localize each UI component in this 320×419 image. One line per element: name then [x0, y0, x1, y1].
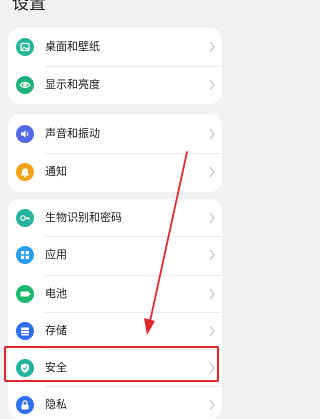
chevron-right-icon — [209, 128, 215, 140]
chevron-right-icon — [209, 212, 215, 224]
settings-item-label: 生物识别和密码 — [45, 211, 122, 224]
settings-item-label: 隐私 — [45, 398, 67, 411]
highlight-box — [4, 346, 219, 382]
battery-icon — [16, 285, 34, 303]
bell-icon — [16, 163, 34, 181]
settings-item-label: 电池 — [45, 287, 67, 300]
page-title: 设置 — [12, 0, 46, 14]
key-icon — [16, 209, 34, 227]
chevron-right-icon — [209, 288, 215, 300]
settings-item-label: 存储 — [45, 324, 67, 337]
chevron-right-icon — [209, 79, 215, 91]
settings-group-system: 生物识别和密码 应用 电池 存储 安全 隐私 — [8, 199, 222, 419]
settings-item-storage[interactable]: 存储 — [8, 312, 222, 350]
settings-item-wallpaper[interactable]: 桌面和壁纸 — [8, 28, 222, 66]
wallpaper-icon — [16, 38, 34, 56]
chevron-right-icon — [209, 166, 215, 178]
chevron-right-icon — [209, 249, 215, 261]
settings-item-privacy[interactable]: 隐私 — [8, 386, 222, 419]
settings-item-label: 显示和亮度 — [45, 78, 100, 91]
lock-icon — [16, 396, 34, 414]
settings-group-display: 桌面和壁纸 显示和亮度 — [8, 28, 222, 104]
settings-item-display[interactable]: 显示和亮度 — [8, 66, 222, 104]
settings-item-battery[interactable]: 电池 — [8, 275, 222, 313]
settings-item-biometrics[interactable]: 生物识别和密码 — [8, 199, 222, 237]
storage-icon — [16, 322, 34, 340]
chevron-right-icon — [209, 325, 215, 337]
settings-item-label: 声音和振动 — [45, 127, 100, 140]
settings-item-label: 应用 — [45, 248, 67, 261]
settings-item-apps[interactable]: 应用 — [8, 236, 222, 274]
settings-item-notifications[interactable]: 通知 — [8, 153, 222, 191]
settings-group-sound: 声音和振动 通知 — [8, 114, 222, 192]
chevron-right-icon — [209, 41, 215, 53]
apps-icon — [16, 246, 34, 264]
settings-item-label: 通知 — [45, 165, 67, 178]
eye-icon — [16, 76, 34, 94]
settings-item-label: 桌面和壁纸 — [45, 40, 100, 53]
settings-item-sound[interactable]: 声音和振动 — [8, 115, 222, 153]
volume-icon — [16, 125, 34, 143]
